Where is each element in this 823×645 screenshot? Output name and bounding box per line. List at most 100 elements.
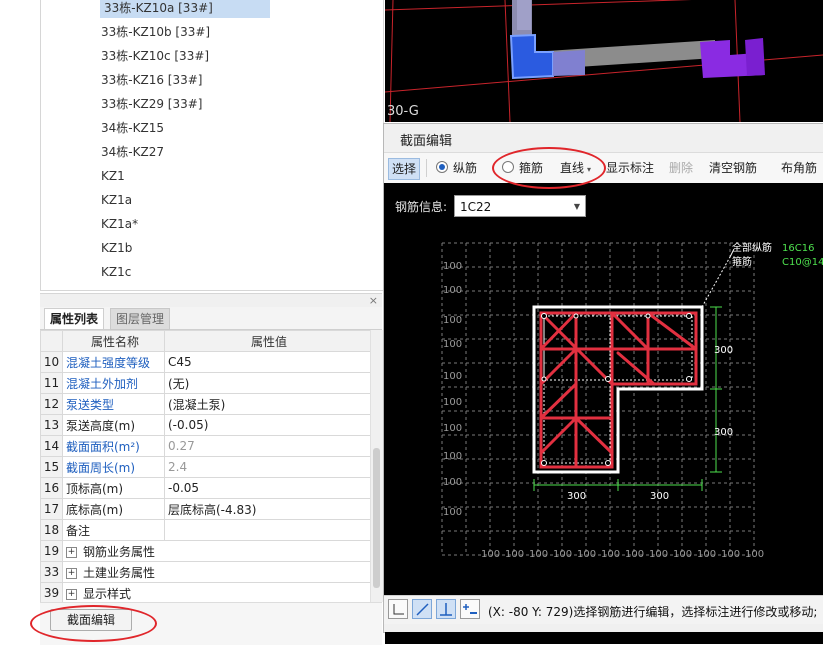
- property-value[interactable]: C45: [164, 351, 371, 373]
- property-value[interactable]: (-0.05): [164, 414, 371, 436]
- table-row[interactable]: 39 + 显示样式: [40, 582, 371, 604]
- line-dropdown[interactable]: 直线 ▾: [560, 158, 591, 178]
- table-row[interactable]: 15 截面周长(m) 2.4: [40, 456, 371, 478]
- table-row[interactable]: 16 顶标高(m) -0.05: [40, 477, 371, 499]
- property-value[interactable]: 0.27: [164, 435, 371, 457]
- tree-item[interactable]: 33栋-KZ16 [33#]: [101, 70, 202, 90]
- select-tool-button[interactable]: 选择: [388, 158, 421, 180]
- perpendicular-icon[interactable]: [436, 599, 456, 619]
- tree-item[interactable]: 34栋-KZ27: [101, 142, 164, 162]
- tree-item[interactable]: 33栋-KZ10b [33#]: [101, 22, 210, 42]
- grid-label: 100: [443, 285, 462, 296]
- grid-label: 100: [443, 261, 462, 272]
- dimension-label: 300: [567, 491, 586, 502]
- legend-long-value: 16C16: [782, 243, 814, 254]
- chevron-down-icon: ▾: [587, 165, 592, 174]
- grid-label: 100: [505, 549, 524, 560]
- table-row[interactable]: 33 + 土建业务属性: [40, 561, 371, 583]
- line-label: 直线: [560, 161, 585, 175]
- legend: 全部纵筋 16C16 箍筋 C10@140: [732, 241, 823, 268]
- table-row[interactable]: 14 截面面积(m²) 0.27: [40, 435, 371, 457]
- radio-checked-icon: [436, 161, 448, 173]
- cad-bottom-strip: [385, 632, 823, 644]
- panel-header: ×: [40, 293, 382, 308]
- section-edit-button[interactable]: 截面编辑: [50, 609, 132, 631]
- tree-item[interactable]: KZ1a*: [101, 214, 138, 234]
- grid-label: 100: [443, 339, 462, 350]
- property-name: 顶标高(m): [62, 477, 165, 499]
- corner-steel-button[interactable]: 布角筋: [781, 158, 817, 178]
- grid-label: 100: [577, 549, 596, 560]
- stirrup-label: 箍筋: [519, 161, 544, 175]
- tree-item[interactable]: KZ1c: [101, 262, 131, 282]
- dialog-statusbar: (X: -80 Y: 729)选择钢筋进行编辑，选择标注进行修改或移动;: [384, 595, 823, 624]
- grid-label: 100: [481, 549, 500, 560]
- dimension-label: 300: [714, 345, 733, 356]
- show-labels-button[interactable]: 显示标注: [606, 158, 654, 178]
- clear-steel-button[interactable]: 清空钢筋: [709, 158, 757, 178]
- tree-item[interactable]: KZ1a: [101, 190, 132, 210]
- tree-item[interactable]: KZ1b: [101, 238, 132, 258]
- cad-plan-view[interactable]: 30-G: [385, 0, 823, 122]
- property-value[interactable]: 层底标高(-4.83): [164, 498, 371, 520]
- property-name: 泵送高度(m): [62, 414, 165, 436]
- vertical-scrollbar[interactable]: [370, 330, 383, 602]
- grid-label: 100: [721, 549, 740, 560]
- property-name: 混凝土强度等级: [62, 351, 165, 373]
- row-index: 33: [40, 561, 63, 583]
- ortho-icon[interactable]: [388, 599, 408, 619]
- row-index: 11: [40, 372, 63, 394]
- tab-properties[interactable]: 属性列表: [44, 308, 105, 329]
- row-index: 39: [40, 582, 63, 604]
- table-row[interactable]: 17 底标高(m) 层底标高(-4.83): [40, 498, 371, 520]
- scrollbar-thumb[interactable]: [373, 448, 380, 588]
- status-text: (X: -80 Y: 729)选择钢筋进行编辑，选择标注进行修改或移动;: [488, 605, 818, 619]
- dialog-title: 截面编辑: [400, 134, 453, 149]
- longitudinal-radio[interactable]: 纵筋: [436, 158, 477, 178]
- close-icon[interactable]: ×: [369, 294, 378, 308]
- section-edit-dialog: 截面编辑 选择 纵筋 箍筋 直线 ▾ 显示标注 删除 清空钢筋 布角筋 钢筋信息:…: [383, 123, 823, 633]
- table-row[interactable]: 19 + 钢筋业务属性: [40, 540, 371, 562]
- property-value[interactable]: [164, 519, 371, 541]
- component-tree: 33栋-KZ10a [33#] 33栋-KZ10b [33#] 33栋-KZ10c …: [40, 0, 384, 291]
- radio-unchecked-icon: [502, 161, 514, 173]
- table-row[interactable]: 10 混凝土强度等级 C45: [40, 351, 371, 373]
- header-cell-index: [40, 330, 63, 352]
- tab-layers[interactable]: 图层管理: [110, 308, 171, 330]
- add-point-icon[interactable]: [460, 599, 480, 619]
- table-row[interactable]: 12 泵送类型 (混凝土泵): [40, 393, 371, 415]
- table-row[interactable]: 13 泵送高度(m) (-0.05): [40, 414, 371, 436]
- expand-icon[interactable]: +: [66, 588, 77, 600]
- grid-label: 100: [443, 397, 462, 408]
- property-value[interactable]: 2.4: [164, 456, 371, 478]
- expand-icon[interactable]: +: [66, 567, 77, 579]
- property-name: 备注: [62, 519, 165, 541]
- property-name: 截面面积(m²): [62, 435, 165, 457]
- stirrup-radio[interactable]: 箍筋: [502, 158, 543, 178]
- grid-label: 100: [529, 549, 548, 560]
- panel-bottom-bar: 截面编辑: [40, 602, 382, 645]
- legend-long-label: 全部纵筋: [732, 241, 772, 254]
- table-row[interactable]: 11 混凝土外加剂 (无): [40, 372, 371, 394]
- property-value[interactable]: (混凝土泵): [164, 393, 371, 415]
- property-value[interactable]: -0.05: [164, 477, 371, 499]
- row-index: 14: [40, 435, 63, 457]
- section-canvas[interactable]: 钢筋信息: 1C22 ▼ 100 100 100 100 100 100 100…: [384, 183, 823, 595]
- grid-label: 100: [443, 507, 462, 518]
- tree-item[interactable]: 34栋-KZ15: [101, 118, 164, 138]
- property-value[interactable]: (无): [164, 372, 371, 394]
- panel-tabs: 属性列表 图层管理: [40, 307, 382, 330]
- header-cell-value: 属性值: [164, 330, 371, 352]
- tree-item[interactable]: 33栋-KZ10a [33#]: [100, 0, 270, 18]
- grid-label: 100: [649, 549, 668, 560]
- tree-item[interactable]: KZ1: [101, 166, 125, 186]
- longitudinal-label: 纵筋: [453, 161, 478, 175]
- tree-item[interactable]: 33栋-KZ29 [33#]: [101, 94, 202, 114]
- delete-button[interactable]: 删除: [669, 158, 693, 178]
- grid-label: 100: [443, 451, 462, 462]
- expand-icon[interactable]: +: [66, 546, 77, 558]
- property-name: + 土建业务属性: [62, 561, 371, 583]
- tree-item[interactable]: 33栋-KZ10c [33#]: [101, 46, 209, 66]
- line-draw-icon[interactable]: [412, 599, 432, 619]
- table-row[interactable]: 18 备注: [40, 519, 371, 541]
